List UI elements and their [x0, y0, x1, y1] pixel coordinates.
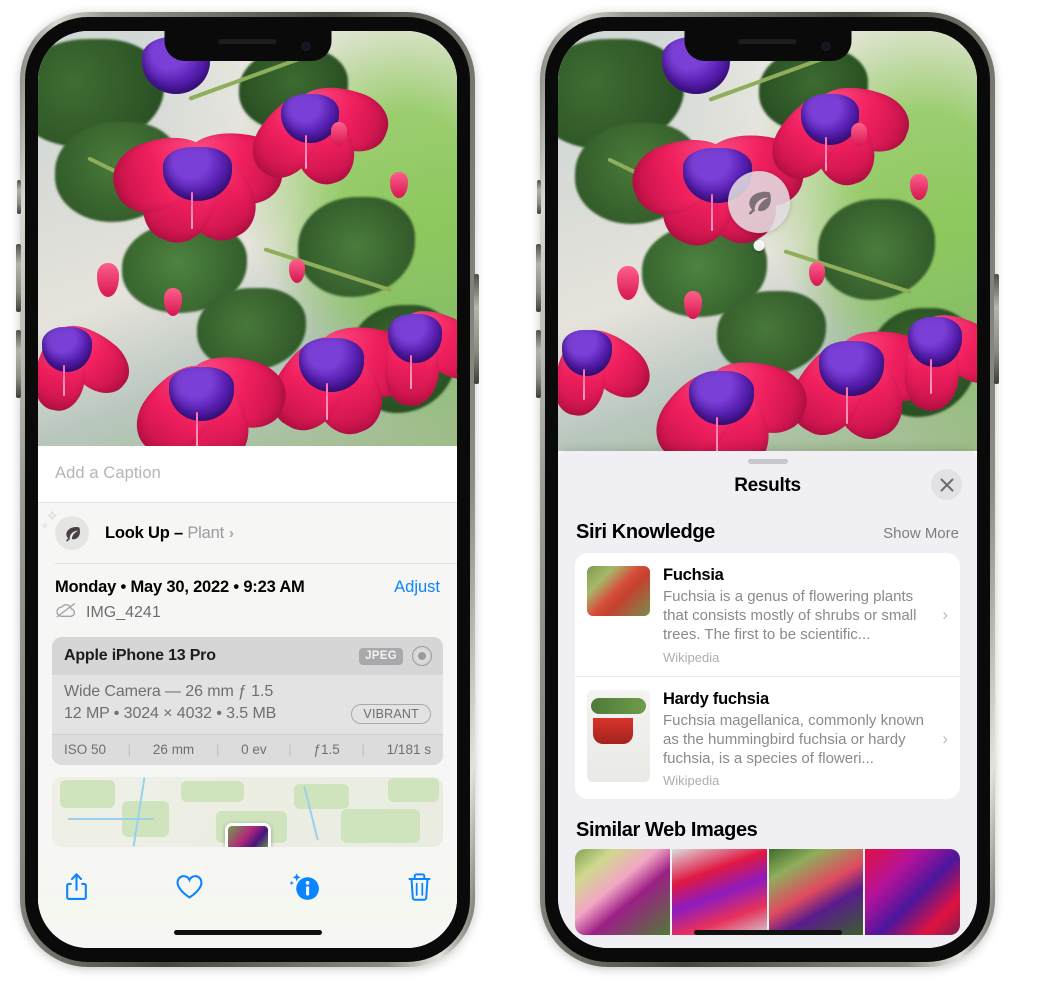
list-item[interactable]: Hardy fuchsia Fuchsia magellanica, commo… [575, 675, 960, 800]
result-description: Fuchsia magellanica, commonly known as t… [663, 711, 924, 767]
siri-knowledge-header: Siri Knowledge Show More [558, 501, 977, 553]
web-image-thumbnail[interactable] [865, 849, 960, 936]
exif-ev: 0 ev [241, 742, 267, 757]
front-camera-icon [301, 42, 310, 51]
result-title: Fuchsia [663, 566, 724, 584]
file-name: IMG_4241 [86, 603, 161, 621]
result-thumbnail [587, 689, 650, 782]
share-icon[interactable] [64, 872, 89, 906]
exif-separator: | [361, 742, 365, 757]
web-image-thumbnail[interactable] [768, 849, 864, 936]
similar-web-images-header: Similar Web Images [558, 799, 977, 849]
results-header: Results [558, 464, 977, 501]
caption-row[interactable]: Add a Caption [38, 446, 457, 503]
web-image-thumbnail[interactable] [671, 849, 767, 936]
phone-left-screen: Add a Caption ✧ ✧ Look Up – Plant › Mond… [38, 31, 457, 948]
results-title: Results [734, 475, 801, 496]
results-sheet: Results Siri Knowledge Show More Fuchsia… [558, 451, 977, 948]
result-description: Fuchsia is a genus of flowering plants t… [663, 588, 917, 644]
chevron-right-icon: › [942, 728, 948, 748]
mute-switch[interactable] [17, 180, 21, 214]
trash-icon[interactable] [408, 872, 431, 906]
chevron-right-icon: › [942, 605, 948, 625]
phone-right-screen: Results Siri Knowledge Show More Fuchsia… [558, 31, 977, 948]
exif-iso: ISO 50 [64, 742, 107, 757]
sparkle-small-icon: ✧ [41, 521, 49, 531]
notch [684, 31, 851, 61]
exif-separator: | [127, 742, 132, 757]
photo-info-sheet: Add a Caption ✧ ✧ Look Up – Plant › Mond… [38, 446, 457, 948]
phone-left: Add a Caption ✧ ✧ Look Up – Plant › Mond… [16, 12, 479, 967]
earpiece-speaker [738, 39, 797, 44]
home-indicator[interactable] [693, 930, 842, 935]
specs-line-row: 12 MP • 3024 × 4032 • 3.5 MB VIBRANT [64, 704, 431, 724]
web-image-thumbnail[interactable] [575, 849, 670, 936]
power-button[interactable] [474, 274, 479, 384]
home-indicator[interactable] [173, 930, 322, 935]
result-thumbnail [587, 566, 650, 616]
front-camera-icon [821, 42, 830, 51]
show-more-button[interactable]: Show More [883, 525, 959, 542]
format-badge: JPEG [359, 647, 403, 665]
map-photo-pin [224, 823, 271, 847]
list-item[interactable]: Fuchsia Fuchsia is a genus of flowering … [575, 553, 960, 676]
lens-line: Wide Camera — 26 mm ƒ 1.5 [64, 683, 274, 700]
leaf-icon: ✧ ✧ [41, 509, 89, 550]
camera-card-header: Apple iPhone 13 Pro JPEG [52, 637, 443, 675]
camera-info-card[interactable]: Apple iPhone 13 Pro JPEG Wide Camera — 2… [52, 637, 443, 765]
close-icon[interactable] [931, 469, 962, 500]
result-title: Hardy fuchsia [663, 689, 769, 708]
camera-card-body: Wide Camera — 26 mm ƒ 1.5 12 MP • 3024 ×… [52, 675, 443, 734]
look-up-row[interactable]: ✧ ✧ Look Up – Plant › [38, 503, 457, 563]
mute-switch[interactable] [537, 180, 541, 214]
device-name: Apple iPhone 13 Pro [64, 647, 216, 664]
exif-focal: 26 mm [152, 742, 195, 757]
phone-right: Results Siri Knowledge Show More Fuchsia… [536, 12, 999, 967]
exif-separator: | [215, 742, 220, 757]
siri-knowledge-card: Fuchsia Fuchsia is a genus of flowering … [575, 553, 960, 800]
volume-down-button[interactable] [16, 330, 21, 398]
photo-toolbar [38, 847, 457, 921]
photo-viewer[interactable] [558, 31, 977, 451]
date-row: Monday • May 30, 2022 • 9:23 AM Adjust [38, 564, 457, 599]
power-button[interactable] [994, 274, 999, 384]
result-body: Hardy fuchsia Fuchsia magellanica, commo… [663, 690, 927, 789]
earpiece-speaker [218, 39, 277, 44]
volume-up-button[interactable] [536, 244, 541, 312]
result-body: Fuchsia Fuchsia is a genus of flowering … [663, 566, 927, 665]
similar-web-images-row [575, 849, 960, 936]
info-sparkle-icon[interactable] [289, 872, 322, 907]
adjust-button[interactable]: Adjust [394, 578, 440, 597]
look-up-label: Look Up – Plant [105, 524, 224, 543]
aperture-icon [412, 646, 432, 666]
exif-aperture: ƒ1.5 [313, 742, 340, 757]
photo-viewer[interactable] [38, 31, 457, 446]
phone-right-bezel: Results Siri Knowledge Show More Fuchsia… [545, 17, 990, 962]
exif-shutter: 1/181 s [386, 742, 431, 757]
icloud-slash-icon [55, 602, 77, 623]
location-map[interactable] [52, 777, 443, 847]
look-up-leaf-badge[interactable] [728, 171, 790, 233]
look-up-title: Look Up – [105, 523, 183, 542]
volume-down-button[interactable] [536, 330, 541, 398]
result-source: Wikipedia [663, 773, 720, 789]
notch [164, 31, 331, 61]
phone-left-bezel: Add a Caption ✧ ✧ Look Up – Plant › Mond… [25, 17, 470, 962]
screenshot-stage: Add a Caption ✧ ✧ Look Up – Plant › Mond… [0, 0, 1055, 985]
caption-input[interactable]: Add a Caption [55, 464, 440, 483]
look-up-subject: Plant [187, 523, 224, 542]
file-row: IMG_4241 [38, 599, 457, 635]
camera-card-badges: JPEG [359, 646, 432, 666]
specs-line: 12 MP • 3024 × 4032 • 3.5 MB [64, 705, 277, 722]
heart-icon[interactable] [175, 873, 204, 905]
siri-knowledge-title: Siri Knowledge [576, 521, 715, 543]
style-badge: VIBRANT [351, 704, 431, 724]
chevron-right-icon: › [228, 524, 234, 542]
exif-row: ISO 50 | 26 mm | 0 ev | ƒ1.5 | 1/181 s [52, 734, 443, 765]
photo-date: Monday • May 30, 2022 • 9:23 AM [55, 578, 305, 596]
exif-separator: | [288, 742, 292, 757]
result-source: Wikipedia [663, 649, 720, 665]
volume-up-button[interactable] [16, 244, 21, 312]
similar-web-images-title: Similar Web Images [576, 819, 758, 842]
